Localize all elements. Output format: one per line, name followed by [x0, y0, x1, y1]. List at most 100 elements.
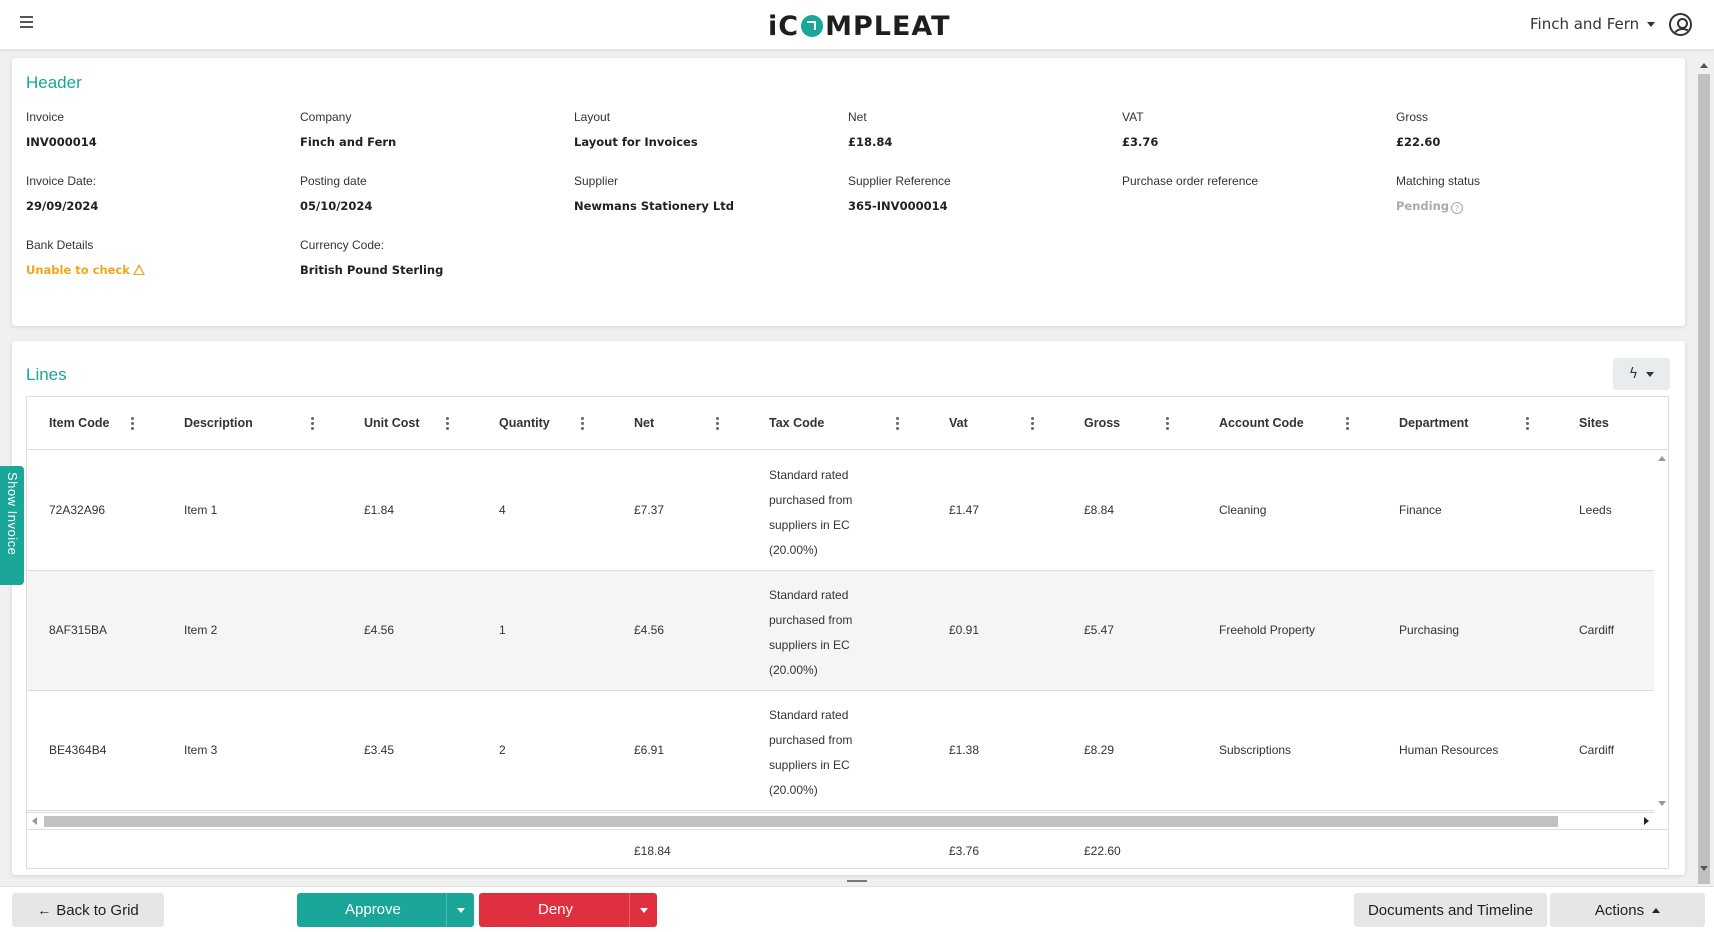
actions-label: Actions — [1594, 901, 1645, 919]
cell-vat: £1.38 — [949, 743, 980, 757]
scroll-down-icon[interactable] — [1658, 801, 1666, 806]
tax-code-line: Standard rated — [769, 588, 849, 602]
field-label: Purchase order reference — [1122, 174, 1259, 188]
tax-code-line: suppliers in EC — [769, 758, 850, 772]
scrollbar-thumb[interactable] — [1698, 74, 1710, 884]
scroll-left-icon[interactable] — [32, 817, 37, 825]
deny-button[interactable]: Deny — [479, 893, 657, 927]
invoice-date-field: Invoice Date: 29/09/2024 — [26, 174, 286, 213]
column-header-tax-code[interactable]: Tax Code — [769, 397, 824, 450]
panel-resize-handle[interactable] — [847, 880, 867, 882]
column-header-item-code[interactable]: Item Code — [49, 397, 109, 450]
field-label: Invoice Date: — [26, 174, 97, 188]
gross-field: Gross £22.60 — [1396, 110, 1656, 149]
column-menu-icon[interactable] — [1166, 417, 1170, 430]
company-selector[interactable]: Finch and Fern — [1530, 15, 1656, 33]
column-header-description[interactable]: Description — [184, 397, 253, 450]
tax-code-line: purchased from — [769, 613, 853, 627]
split-divider — [629, 893, 630, 927]
page-scrollbar[interactable] — [1696, 60, 1712, 884]
column-menu-icon[interactable] — [1526, 417, 1530, 430]
scroll-right-icon[interactable] — [1644, 817, 1649, 825]
field-label: Supplier Reference — [848, 174, 951, 188]
approve-label: Approve — [345, 901, 401, 918]
quick-actions-button[interactable]: ϟ — [1613, 358, 1670, 390]
documents-and-timeline-label: Documents and Timeline — [1367, 901, 1534, 919]
column-header-account-code[interactable]: Account Code — [1219, 397, 1304, 450]
field-value: Layout for Invoices — [574, 135, 698, 149]
scroll-up-icon[interactable] — [1700, 63, 1708, 68]
menu-icon[interactable] — [20, 16, 37, 32]
tax-code-line: (20.00%) — [769, 663, 818, 677]
column-menu-icon[interactable] — [896, 417, 900, 430]
invoice-field: Invoice INV000014 — [26, 110, 286, 149]
grid-horizontal-scrollbar[interactable] — [27, 812, 1654, 828]
field-label: Invoice — [26, 110, 65, 124]
supplier-reference-field: Supplier Reference 365-INV000014 — [848, 174, 1108, 213]
show-invoice-label: Show Invoice — [5, 472, 20, 556]
column-menu-icon[interactable] — [716, 417, 720, 430]
column-header-gross[interactable]: Gross — [1084, 397, 1120, 450]
table-row[interactable]: BE4364B4 Item 3 £3.45 2 £6.91 Standard r… — [27, 691, 1654, 811]
cell-account-code: Freehold Property — [1219, 623, 1316, 637]
scroll-down-icon[interactable] — [1700, 866, 1708, 871]
field-label: Company — [300, 110, 352, 124]
cell-description: Item 1 — [184, 503, 218, 517]
warning-icon — [132, 264, 145, 275]
scroll-up-icon[interactable] — [1658, 456, 1666, 461]
cell-account-code: Cleaning — [1219, 503, 1267, 517]
app-logo[interactable]: iC MPLEAT — [768, 9, 951, 43]
column-menu-icon[interactable] — [131, 417, 135, 430]
bank-details-field: Bank Details Unable to check — [26, 238, 286, 277]
show-invoice-tab[interactable]: Show Invoice — [0, 466, 24, 585]
grid-vertical-scrollbar[interactable] — [1654, 450, 1668, 812]
tax-code-line: Standard rated — [769, 708, 849, 722]
cell-tax-code: Standard rated purchased from suppliers … — [769, 583, 879, 683]
column-header-department[interactable]: Department — [1399, 397, 1468, 450]
cell-gross: £5.47 — [1084, 623, 1115, 637]
table-row[interactable]: 72A32A96 Item 1 £1.84 4 £7.37 Standard r… — [27, 451, 1654, 571]
field-value: Newmans Stationery Ltd — [574, 199, 734, 213]
field-value: £22.60 — [1396, 135, 1441, 149]
actions-button[interactable]: Actions — [1550, 893, 1705, 927]
vat-field: VAT £3.76 — [1122, 110, 1382, 149]
tax-code-line: purchased from — [769, 493, 853, 507]
cell-description: Item 2 — [184, 623, 218, 637]
cell-sites: Cardiff — [1579, 743, 1615, 757]
approve-button[interactable]: Approve — [297, 893, 474, 927]
documents-and-timeline-button[interactable]: Documents and Timeline — [1354, 893, 1547, 927]
chevron-down-icon — [1646, 371, 1655, 377]
tax-code-line: Standard rated — [769, 468, 849, 482]
back-to-grid-button[interactable]: ← Back to Grid — [12, 893, 164, 927]
matching-status-field: Matching status Pending? — [1396, 174, 1656, 214]
column-header-net[interactable]: Net — [634, 397, 654, 450]
cell-tax-code: Standard rated purchased from suppliers … — [769, 463, 879, 563]
cell-item-code: BE4364B4 — [49, 743, 107, 757]
column-header-quantity[interactable]: Quantity — [499, 397, 550, 450]
help-icon[interactable]: ? — [1451, 202, 1464, 214]
column-menu-icon[interactable] — [581, 417, 585, 430]
net-field: Net £18.84 — [848, 110, 1108, 149]
chevron-down-icon — [1647, 21, 1656, 27]
column-menu-icon[interactable] — [311, 417, 315, 430]
deny-dropdown-icon[interactable] — [640, 908, 648, 913]
field-label: Currency Code: — [300, 238, 385, 252]
approve-dropdown-icon[interactable] — [457, 908, 465, 913]
logo-arrow-icon — [801, 15, 824, 37]
column-menu-icon[interactable] — [1346, 417, 1350, 430]
tax-code-line: purchased from — [769, 733, 853, 747]
field-value: INV000014 — [26, 135, 97, 149]
cell-vat: £0.91 — [949, 623, 980, 637]
column-header-unit-cost[interactable]: Unit Cost — [364, 397, 420, 450]
column-header-vat[interactable]: Vat — [949, 397, 968, 450]
lightning-icon: ϟ — [1628, 366, 1639, 382]
field-value: 05/10/2024 — [300, 199, 373, 213]
cell-department: Finance — [1399, 503, 1442, 517]
table-row[interactable]: 8AF315BA Item 2 £4.56 1 £4.56 Standard r… — [27, 571, 1654, 691]
field-value: Unable to check — [26, 263, 130, 277]
column-menu-icon[interactable] — [1031, 417, 1035, 430]
user-account-icon[interactable] — [1669, 13, 1692, 36]
scrollbar-thumb[interactable] — [44, 816, 1558, 827]
column-menu-icon[interactable] — [446, 417, 450, 430]
column-header-sites[interactable]: Sites — [1579, 397, 1609, 450]
